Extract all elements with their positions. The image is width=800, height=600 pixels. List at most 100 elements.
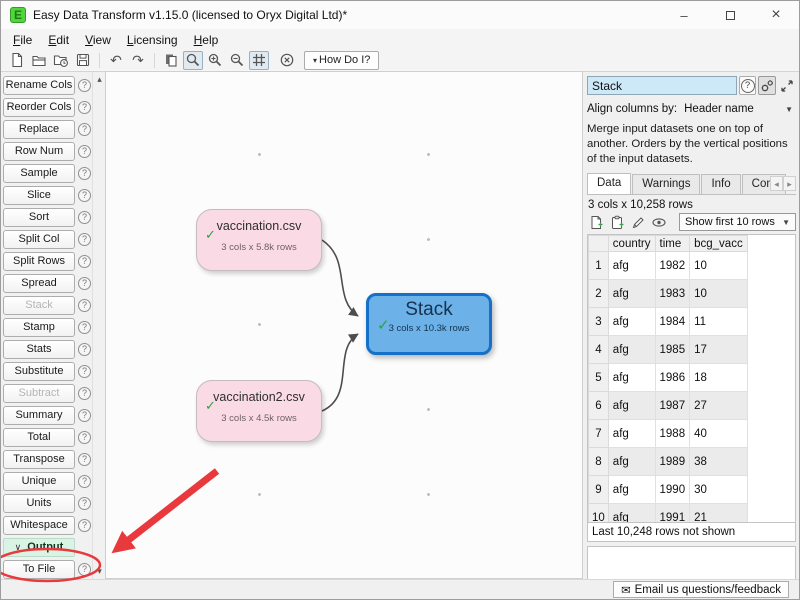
data-cell[interactable]: 11	[690, 308, 748, 336]
help-icon[interactable]: ?	[78, 145, 91, 158]
email-feedback-button[interactable]: ✉ Email us questions/feedback	[613, 581, 789, 598]
open-recent-icon[interactable]	[51, 51, 71, 70]
transform-split-rows[interactable]: Split Rows	[3, 252, 75, 271]
help-icon[interactable]: ?	[78, 255, 91, 268]
data-cell[interactable]: 10	[690, 280, 748, 308]
tab-warnings[interactable]: Warnings	[632, 174, 700, 194]
data-cell[interactable]: afg	[608, 252, 655, 280]
data-cell[interactable]: 18	[690, 364, 748, 392]
node-vaccination-csv[interactable]: ✓ vaccination.csv 3 cols x 5.8k rows	[196, 209, 322, 271]
menu-view[interactable]: View	[77, 31, 119, 49]
transform-sort[interactable]: Sort	[3, 208, 75, 227]
help-icon[interactable]: ?	[78, 233, 91, 246]
data-cell[interactable]: 38	[690, 448, 748, 476]
flow-canvas[interactable]: ✓ vaccination.csv 3 cols x 5.8k rows ✓ v…	[105, 71, 583, 579]
help-icon[interactable]: ?	[78, 79, 91, 92]
row-number-cell[interactable]: 1	[589, 252, 609, 280]
transform-total[interactable]: Total	[3, 428, 75, 447]
column-header-bcg-vacc[interactable]: bcg_vacc	[690, 236, 748, 252]
transform-summary[interactable]: Summary	[3, 406, 75, 425]
table-row[interactable]: 8afg198938	[589, 448, 748, 476]
help-icon[interactable]: ?	[78, 475, 91, 488]
row-number-cell[interactable]: 5	[589, 364, 609, 392]
data-cell[interactable]: 10	[690, 252, 748, 280]
table-row[interactable]: 2afg198310	[589, 280, 748, 308]
transform-substitute[interactable]: Substitute	[3, 362, 75, 381]
how-do-i-button[interactable]: ▾ How Do I?	[304, 51, 379, 70]
help-icon[interactable]: ?	[78, 365, 91, 378]
data-cell[interactable]: afg	[608, 308, 655, 336]
row-number-cell[interactable]: 3	[589, 308, 609, 336]
transform-split-col[interactable]: Split Col	[3, 230, 75, 249]
transform-reorder-cols[interactable]: Reorder Cols	[3, 98, 75, 117]
transform-units[interactable]: Units	[3, 494, 75, 513]
help-icon[interactable]: ?	[78, 299, 91, 312]
help-icon[interactable]: ?	[78, 211, 91, 224]
expand-panel-icon[interactable]	[778, 76, 796, 95]
row-number-cell[interactable]: 4	[589, 336, 609, 364]
preview-eye-icon[interactable]	[650, 214, 668, 231]
zoom-tool-icon[interactable]	[183, 51, 203, 70]
node-vaccination2-csv[interactable]: ✓ vaccination2.csv 3 cols x 4.5k rows	[196, 380, 322, 442]
open-file-icon[interactable]	[29, 51, 49, 70]
data-cell[interactable]: 17	[690, 336, 748, 364]
data-cell[interactable]: afg	[608, 448, 655, 476]
new-file-icon[interactable]	[7, 51, 27, 70]
tab-scroll-left-icon[interactable]: ◂	[770, 176, 783, 191]
data-cell[interactable]: afg	[608, 420, 655, 448]
close-button[interactable]: ×	[753, 1, 799, 29]
data-cell[interactable]: 27	[690, 392, 748, 420]
row-number-cell[interactable]: 6	[589, 392, 609, 420]
data-cell[interactable]: afg	[608, 476, 655, 504]
snap-grid-icon[interactable]	[249, 51, 269, 70]
show-rows-select[interactable]: Show first 10 rows ▼	[679, 213, 796, 231]
transform-row-num[interactable]: Row Num	[3, 142, 75, 161]
data-cell[interactable]: 1985	[655, 336, 690, 364]
row-number-cell[interactable]: 2	[589, 280, 609, 308]
help-icon[interactable]: ?	[78, 343, 91, 356]
data-cell[interactable]: afg	[608, 336, 655, 364]
copy-icon[interactable]	[161, 51, 181, 70]
table-row[interactable]: 3afg198411	[589, 308, 748, 336]
menu-edit[interactable]: Edit	[40, 31, 77, 49]
transform-whitespace[interactable]: Whitespace	[3, 516, 75, 535]
help-icon[interactable]: ?	[739, 76, 756, 95]
transform-sample[interactable]: Sample	[3, 164, 75, 183]
node-name-input[interactable]	[587, 76, 737, 95]
column-header-country[interactable]: country	[608, 236, 655, 252]
data-cell[interactable]: 1984	[655, 308, 690, 336]
help-icon[interactable]: ?	[78, 497, 91, 510]
node-stack-selected[interactable]: ✓ Stack 3 cols x 10.3k rows	[366, 293, 492, 355]
help-icon[interactable]: ?	[78, 321, 91, 334]
transform-transpose[interactable]: Transpose	[3, 450, 75, 469]
help-icon[interactable]: ?	[78, 453, 91, 466]
help-icon[interactable]: ?	[78, 189, 91, 202]
menu-licensing[interactable]: Licensing	[119, 31, 186, 49]
data-cell[interactable]: 40	[690, 420, 748, 448]
data-cell[interactable]: 1990	[655, 476, 690, 504]
help-icon[interactable]: ?	[78, 167, 91, 180]
help-icon[interactable]: ?	[78, 563, 91, 576]
data-cell[interactable]: afg	[608, 364, 655, 392]
help-icon[interactable]: ?	[78, 409, 91, 422]
settings-gear-icon[interactable]	[758, 76, 776, 95]
transform-spread[interactable]: Spread	[3, 274, 75, 293]
help-icon[interactable]: ?	[78, 519, 91, 532]
transform-stats[interactable]: Stats	[3, 340, 75, 359]
data-cell[interactable]: 30	[690, 476, 748, 504]
paste-data-icon[interactable]	[608, 214, 626, 231]
row-number-cell[interactable]: 9	[589, 476, 609, 504]
menu-help[interactable]: Help	[186, 31, 227, 49]
zoom-out-icon[interactable]	[227, 51, 247, 70]
data-cell[interactable]: afg	[608, 280, 655, 308]
tab-info[interactable]: Info	[701, 174, 740, 194]
help-icon[interactable]: ?	[78, 123, 91, 136]
align-columns-select[interactable]: Header name ▼	[681, 100, 796, 118]
row-number-cell[interactable]: 7	[589, 420, 609, 448]
help-icon[interactable]: ?	[78, 101, 91, 114]
data-cell[interactable]: 1983	[655, 280, 690, 308]
table-row[interactable]: 6afg198727	[589, 392, 748, 420]
sidebar-scrollbar[interactable]: ▴ ▾	[92, 72, 105, 579]
redo-icon[interactable]: ↷	[128, 51, 148, 70]
help-icon[interactable]: ?	[78, 387, 91, 400]
